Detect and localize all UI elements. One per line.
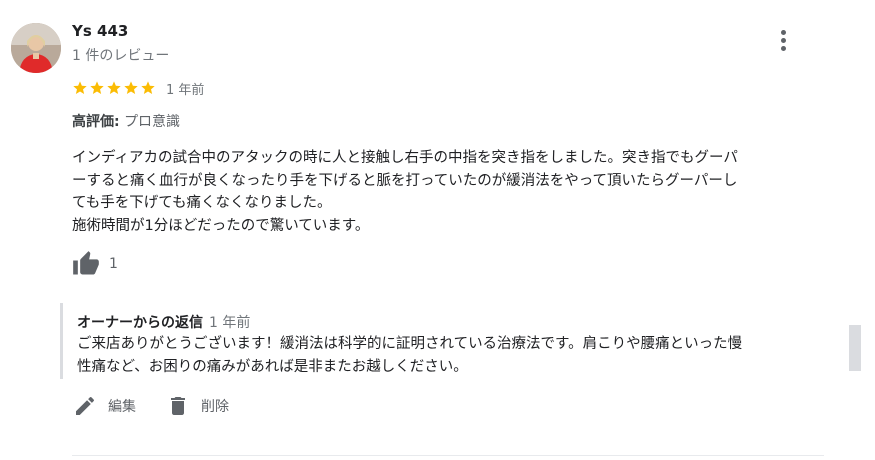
trash-icon	[171, 397, 185, 415]
highlight-value: プロ意識	[124, 114, 181, 130]
more-vert-icon-dot	[781, 46, 786, 51]
more-vert-icon	[781, 30, 786, 35]
avatar[interactable]	[11, 23, 61, 73]
owner-reply-date: 1 年前	[209, 315, 251, 331]
star-icon	[73, 81, 87, 94]
like-button[interactable]	[71, 250, 101, 278]
like-count: 1	[109, 256, 118, 272]
review-text-line: ーすると痛く血行が良くなったり手を下げると脈を打っていたのが緩消法をやって頂いた…	[72, 172, 738, 189]
more-options-button[interactable]	[772, 26, 796, 56]
review-date: 1 年前	[166, 82, 205, 98]
review-text-line: ても手を下げても痛くなくなりました。	[72, 195, 332, 211]
thumb-up-icon	[73, 251, 99, 275]
review-text-line: インディアカの試合中のアタックの時に人と接触し右手の中指を突き指をしました。突き…	[72, 150, 738, 166]
owner-reply-header: オーナーからの返信 1 年前	[77, 312, 250, 332]
rating-row: 1 年前	[72, 78, 204, 98]
like-row: 1	[71, 250, 118, 278]
review-actions: 編集 削除	[73, 392, 229, 420]
review-text: インディアカの試合中のアタックの時に人と接触し右手の中指を突き指をしました。突き…	[72, 147, 812, 237]
star-rating	[72, 80, 156, 96]
review-text-line: 施術時間が1分ほどだったので驚いています。	[72, 217, 370, 234]
edit-label: 編集	[108, 399, 136, 415]
review-highlight: 高評価: プロ意識	[72, 111, 180, 131]
star-icon	[107, 81, 121, 94]
edit-button[interactable]: 編集	[73, 394, 136, 418]
author-review-count: 1 件のレビュー	[72, 48, 170, 64]
more-vert-icon-dot	[781, 38, 786, 43]
highlight-label: 高評価:	[72, 114, 120, 130]
owner-reply-text-line: 性痛など、お困りの痛みがあれば是非またお越しください。	[77, 358, 468, 375]
star-icon	[124, 81, 138, 94]
author-name[interactable]: Ys 443	[72, 22, 128, 40]
review-card: Ys 443 1 件のレビュー 1 年前 高評価: プロ意識 インディアカの試合…	[0, 0, 875, 460]
owner-reply: オーナーからの返信 1 年前 ご来店ありがとうございます！緩消法は科学的に証明され…	[60, 303, 833, 379]
owner-reply-text-line: ご来店ありがとうございます！緩消法は科学的に証明されている治療法です。肩こりや腰…	[77, 336, 743, 352]
star-icon	[141, 81, 155, 94]
owner-reply-title: オーナーからの返信	[77, 315, 203, 331]
owner-reply-text: ご来店ありがとうございます！緩消法は科学的に証明されている治療法です。肩こりや腰…	[77, 333, 837, 378]
delete-button[interactable]: 削除	[166, 394, 229, 418]
delete-label: 削除	[201, 399, 229, 415]
star-icon	[90, 81, 104, 94]
pencil-icon	[76, 396, 95, 415]
scrollbar-thumb[interactable]	[849, 325, 861, 371]
divider	[72, 455, 824, 456]
